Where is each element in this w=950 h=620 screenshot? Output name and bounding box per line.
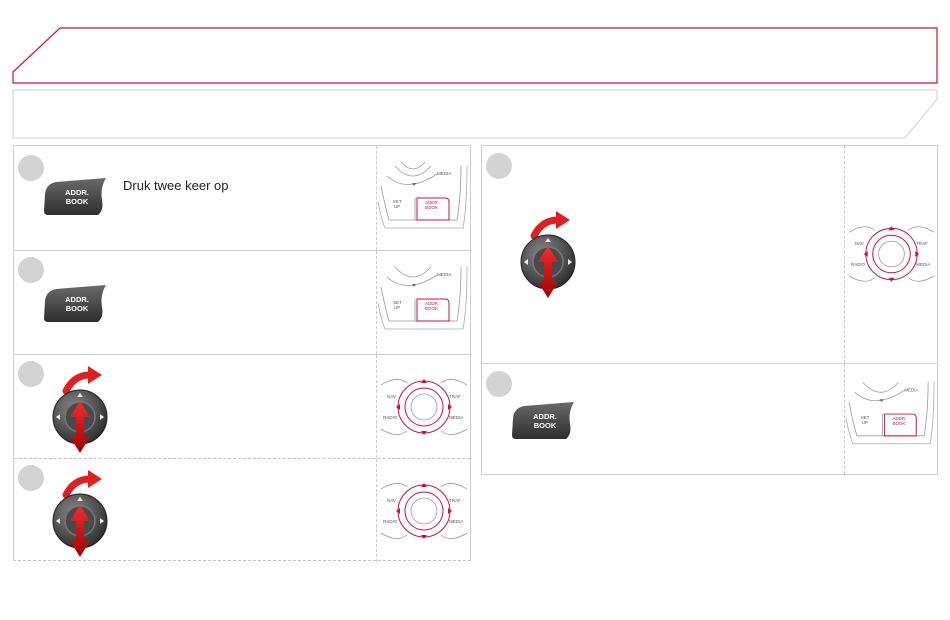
svg-text:MEDIA: MEDIA bbox=[449, 415, 463, 420]
addr-book-panel-illustration: MEDIA SET UP ADDR. BOOK bbox=[377, 266, 468, 330]
step-number-circle bbox=[18, 257, 44, 283]
right-steps-panel: NAV TRAF RADIO MEDIA ADDR. BOOK MEDIA SE… bbox=[481, 145, 938, 475]
svg-text:UP: UP bbox=[394, 305, 400, 310]
svg-text:UP: UP bbox=[862, 420, 868, 425]
navigation-dial-illustration: NAV TRAF RADIO MEDIA bbox=[848, 226, 935, 282]
svg-text:NAV: NAV bbox=[387, 498, 396, 503]
navigation-dial-illustration: NAV TRAF RADIO MEDIA bbox=[380, 379, 468, 435]
illustration-cell: NAV TRAF RADIO MEDIA bbox=[376, 355, 471, 458]
rotary-dial-knob bbox=[518, 210, 588, 300]
svg-text:BOOK: BOOK bbox=[892, 421, 905, 426]
svg-text:MEDIA: MEDIA bbox=[916, 262, 930, 267]
step-1: ADDR. BOOK Druk twee keer op MEDIA SET UP… bbox=[14, 146, 470, 250]
svg-text:MEDIA: MEDIA bbox=[437, 171, 451, 176]
step-number-circle bbox=[18, 361, 44, 387]
svg-text:NAV: NAV bbox=[855, 241, 864, 246]
step-6: ADDR. BOOK MEDIA SET UP ADDR. BOOK bbox=[482, 363, 937, 474]
svg-text:MEDIA: MEDIA bbox=[904, 387, 918, 392]
addr-book-button: ADDR. BOOK bbox=[510, 402, 576, 440]
step-number-circle bbox=[18, 465, 44, 491]
step-number-circle bbox=[486, 153, 512, 179]
illustration-cell: MEDIA SET UP ADDR. BOOK bbox=[376, 251, 471, 354]
svg-text:MEDIA: MEDIA bbox=[437, 272, 451, 277]
navigation-dial-illustration: NAV TRAF RADIO MEDIA bbox=[380, 483, 468, 539]
svg-text:TRAF: TRAF bbox=[449, 498, 461, 503]
subtitle-box bbox=[12, 89, 938, 139]
addr-book-button: ADDR. BOOK bbox=[42, 285, 108, 323]
svg-text:NAV: NAV bbox=[387, 394, 396, 399]
svg-text:TRAF: TRAF bbox=[916, 241, 928, 246]
illustration-cell: MEDIA SET UP ADDR. BOOK bbox=[376, 146, 471, 250]
illustration-cell: MEDIA SET UP ADDR. BOOK bbox=[844, 364, 938, 474]
rotary-dial-knob bbox=[50, 469, 120, 559]
svg-text:RADIO: RADIO bbox=[383, 519, 398, 524]
step-4: NAV TRAF RADIO MEDIA bbox=[14, 458, 470, 562]
svg-text:RADIO: RADIO bbox=[851, 262, 866, 267]
step-3: NAV TRAF RADIO MEDIA bbox=[14, 354, 470, 458]
left-steps-panel: ADDR. BOOK Druk twee keer op MEDIA SET UP… bbox=[13, 145, 471, 562]
addr-book-panel-illustration: MEDIA SET UP ADDR. BOOK bbox=[377, 161, 468, 229]
svg-text:TRAF: TRAF bbox=[449, 394, 461, 399]
title-banner bbox=[12, 27, 938, 84]
step-number-circle bbox=[486, 371, 512, 397]
step-5: NAV TRAF RADIO MEDIA bbox=[482, 146, 937, 363]
addr-book-button: ADDR. BOOK bbox=[42, 178, 108, 216]
step-number-circle bbox=[18, 155, 44, 181]
addr-book-panel-illustration: MEDIA SET UP ADDR. BOOK bbox=[845, 382, 935, 445]
rotary-dial-knob bbox=[50, 365, 120, 455]
illustration-cell: NAV TRAF RADIO MEDIA bbox=[376, 459, 471, 562]
step-instruction: Druk twee keer op bbox=[123, 178, 229, 193]
svg-text:UP: UP bbox=[394, 204, 400, 209]
svg-text:BOOK: BOOK bbox=[425, 205, 438, 210]
svg-text:BOOK: BOOK bbox=[425, 306, 438, 311]
svg-text:MEDIA: MEDIA bbox=[449, 519, 463, 524]
illustration-cell: NAV TRAF RADIO MEDIA bbox=[844, 146, 938, 363]
step-2: ADDR. BOOK MEDIA SET UP ADDR. BOOK bbox=[14, 250, 470, 354]
svg-text:RADIO: RADIO bbox=[383, 415, 398, 420]
